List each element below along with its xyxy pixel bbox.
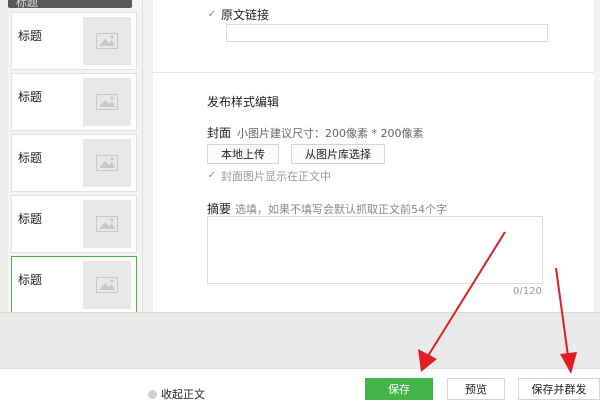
original-link-input[interactable] xyxy=(226,24,548,42)
divider-band xyxy=(143,0,153,312)
show-cover-row[interactable]: ✓ 封面图片显示在正文中 xyxy=(207,168,331,184)
article-list-header-label: 标题 xyxy=(16,0,38,9)
article-item-title: 标题 xyxy=(18,90,43,104)
summary-textarea[interactable] xyxy=(207,216,543,284)
article-item-4[interactable]: 标题 xyxy=(11,195,137,253)
image-placeholder-icon xyxy=(83,17,131,65)
cover-label: 封面 xyxy=(207,126,232,140)
gray-band xyxy=(0,312,600,369)
editor-scrollbar[interactable] xyxy=(594,0,600,312)
upload-local-button[interactable]: 本地上传 xyxy=(207,144,279,164)
section-title: 发布样式编辑 xyxy=(207,95,280,109)
select-from-library-button[interactable]: 从图片库选择 xyxy=(291,144,385,164)
cover-hint: 小图片建议尺寸：200像素 * 200像素 xyxy=(237,127,424,140)
article-item-2[interactable]: 标题 xyxy=(11,73,137,131)
article-item-title: 标题 xyxy=(18,212,43,226)
editor-panel: ✓ 原文链接 发布样式编辑 封面 小图片建议尺寸：200像素 * 200像素 本地… xyxy=(153,0,600,312)
collapse-radio-icon xyxy=(148,389,157,399)
summary-row: 摘要 选填，如果不填写会默认抓取正文前54个字 xyxy=(207,200,447,217)
image-placeholder-icon xyxy=(83,261,131,309)
original-link-checkbox[interactable]: ✓ xyxy=(207,9,217,20)
article-item-title: 标题 xyxy=(18,29,43,43)
article-item-title: 标题 xyxy=(18,273,43,287)
article-item-5[interactable]: 标题 xyxy=(11,256,137,314)
save-and-mass-send-button[interactable]: 保存并群发 xyxy=(518,378,600,400)
save-button[interactable]: 保存 xyxy=(365,378,433,400)
original-link-row[interactable]: ✓ 原文链接 xyxy=(207,6,269,23)
summary-label: 摘要 xyxy=(207,202,232,216)
show-cover-checkbox[interactable]: ✓ xyxy=(207,171,217,181)
original-link-section: ✓ 原文链接 xyxy=(153,0,600,73)
original-link-label: 原文链接 xyxy=(221,8,270,22)
image-placeholder-icon xyxy=(83,200,131,248)
preview-button[interactable]: 预览 xyxy=(447,378,505,400)
article-item-title: 标题 xyxy=(18,151,43,165)
article-list-header[interactable]: 标题 xyxy=(8,0,132,9)
summary-char-count: 0/120 xyxy=(513,286,542,297)
image-placeholder-icon xyxy=(83,139,131,187)
cover-row: 封面 小图片建议尺寸：200像素 * 200像素 xyxy=(207,124,424,141)
article-item-3[interactable]: 标题 xyxy=(11,134,137,192)
left-strip xyxy=(0,0,8,312)
show-cover-label: 封面图片显示在正文中 xyxy=(221,170,331,183)
image-placeholder-icon xyxy=(83,78,131,126)
article-item-1[interactable]: 标题 xyxy=(11,12,137,70)
bottom-toolbar xyxy=(0,368,600,401)
summary-hint: 选填，如果不填写会默认抓取正文前54个字 xyxy=(235,203,448,216)
